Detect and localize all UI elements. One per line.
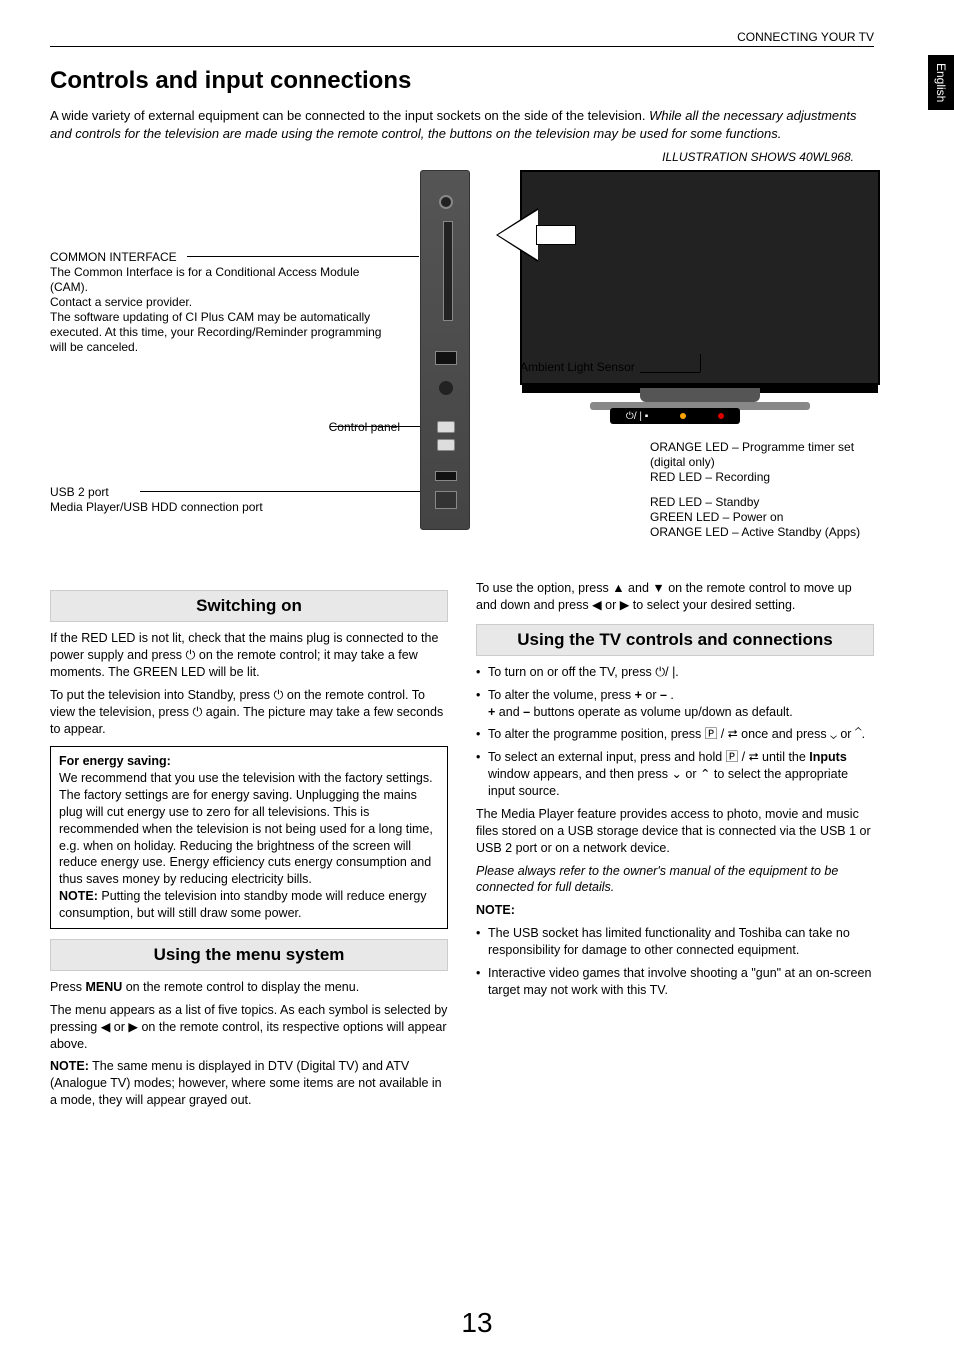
tv-controls-heading: Using the TV controls and connections: [476, 624, 874, 656]
energy-saving-box: For energy saving: We recommend that you…: [50, 746, 448, 929]
tv-side-panel: [420, 170, 470, 530]
list-item: The USB socket has limited functionality…: [476, 925, 874, 959]
orange-led-desc: ORANGE LED – Programme timer set (digita…: [650, 440, 874, 470]
power-icon: ⏻/ | ▪: [626, 411, 648, 422]
energy-note: NOTE: Putting the television into standb…: [59, 888, 439, 922]
usb-callout: USB 2 port Media Player/USB HDD connecti…: [50, 485, 350, 515]
inputs-label: Inputs: [809, 750, 847, 764]
switching-on-p1: If the RED LED is not lit, check that th…: [50, 630, 448, 681]
note-label: NOTE:: [476, 902, 874, 919]
list-item: To alter the programme position, press 🄿…: [476, 726, 874, 743]
list-item: To alter the volume, press + or – . + an…: [476, 687, 874, 721]
usb-title: USB 2 port: [50, 485, 350, 500]
option-use-text: To use the option, press ▲ and ▼ on the …: [476, 580, 874, 614]
orange-led-icon: [680, 413, 686, 419]
energy-body: We recommend that you use the television…: [59, 770, 439, 888]
red-led-desc: RED LED – Recording: [650, 470, 874, 485]
two-column-layout: Switching on If the RED LED is not lit, …: [50, 580, 874, 1115]
text: window appears, and then press ⌄ or ⌃ to…: [488, 767, 848, 798]
orange-active-desc: ORANGE LED – Active Standby (Apps): [650, 525, 860, 540]
green-led-desc: GREEN LED – Power on: [650, 510, 860, 525]
text: To select an external input, press and h…: [488, 750, 809, 764]
text: and: [495, 705, 523, 719]
page-number: 13: [0, 1307, 954, 1339]
menu-p2: The menu appears as a list of five topic…: [50, 1002, 448, 1053]
media-player-text: The Media Player feature provides access…: [476, 806, 874, 857]
switching-on-heading: Switching on: [50, 590, 448, 622]
note-text: The same menu is displayed in DTV (Digit…: [50, 1059, 442, 1107]
refer-manual-text: Please always refer to the owner's manua…: [476, 863, 874, 897]
control-panel-callout: Control panel: [250, 420, 400, 435]
text: on the remote control to display the men…: [122, 980, 359, 994]
led-group-2: RED LED – Standby GREEN LED – Power on O…: [650, 495, 860, 540]
ci-body-3: The software updating of CI Plus CAM may…: [50, 310, 400, 355]
power-icon: ⏻: [186, 647, 196, 664]
power-icon: ⏻: [192, 704, 202, 721]
intro-line1: A wide variety of external equipment can…: [50, 108, 645, 123]
tv-stand: [640, 388, 760, 402]
power-icon: ⏻: [274, 687, 284, 704]
ci-title: COMMON INTERFACE: [50, 250, 400, 265]
text: .: [667, 688, 674, 702]
tv-front: [520, 170, 880, 385]
usb-body: Media Player/USB HDD connection port: [50, 500, 350, 515]
plus-key: +: [635, 688, 642, 702]
energy-title: For energy saving:: [59, 753, 439, 770]
common-interface-callout: COMMON INTERFACE The Common Interface is…: [50, 250, 400, 355]
left-column: Switching on If the RED LED is not lit, …: [50, 580, 448, 1115]
ci-body-2: Contact a service provider.: [50, 295, 400, 310]
led-group-1: ORANGE LED – Programme timer set (digita…: [650, 440, 874, 485]
intro-block: A wide variety of external equipment can…: [50, 107, 874, 142]
section-header: CONNECTING YOUR TV: [50, 30, 874, 47]
menu-system-heading: Using the menu system: [50, 939, 448, 971]
menu-note: NOTE: The same menu is displayed in DTV …: [50, 1058, 448, 1109]
text: Press: [50, 980, 85, 994]
right-column: To use the option, press ▲ and ▼ on the …: [476, 580, 874, 1115]
red-led-icon: [718, 413, 724, 419]
note-label: NOTE:: [50, 1059, 89, 1073]
list-item: Interactive video games that involve sho…: [476, 965, 874, 999]
ambient-sensor-label: Ambient Light Sensor: [520, 360, 635, 374]
ci-body-1: The Common Interface is for a Conditiona…: [50, 265, 400, 295]
minus-key: –: [660, 688, 667, 702]
text: To alter the volume, press: [488, 688, 635, 702]
list-item: To turn on or off the TV, press ⏻/ |.: [476, 664, 874, 681]
language-tab: English: [928, 55, 954, 110]
page-title: Controls and input connections: [50, 67, 914, 95]
text: or: [642, 688, 660, 702]
text: To put the television into Standby, pres…: [50, 688, 274, 702]
list-item: To select an external input, press and h…: [476, 749, 874, 800]
menu-p1: Press MENU on the remote control to disp…: [50, 979, 448, 996]
diagram: ILLUSTRATION SHOWS 40WL968. Ambient Ligh…: [50, 150, 874, 570]
led-panel: ⏻/ | ▪: [610, 408, 740, 424]
menu-key: MENU: [85, 980, 122, 994]
switching-on-p2: To put the television into Standby, pres…: [50, 687, 448, 738]
note-text: Putting the television into standby mode…: [59, 889, 427, 920]
note-label: NOTE:: [59, 889, 98, 903]
note-list: The USB socket has limited functionality…: [476, 925, 874, 999]
red-standby-desc: RED LED – Standby: [650, 495, 860, 510]
controls-list: To turn on or off the TV, press ⏻/ |. To…: [476, 664, 874, 800]
text: buttons operate as volume up/down as def…: [530, 705, 793, 719]
diagram-caption: ILLUSTRATION SHOWS 40WL968.: [662, 150, 854, 164]
